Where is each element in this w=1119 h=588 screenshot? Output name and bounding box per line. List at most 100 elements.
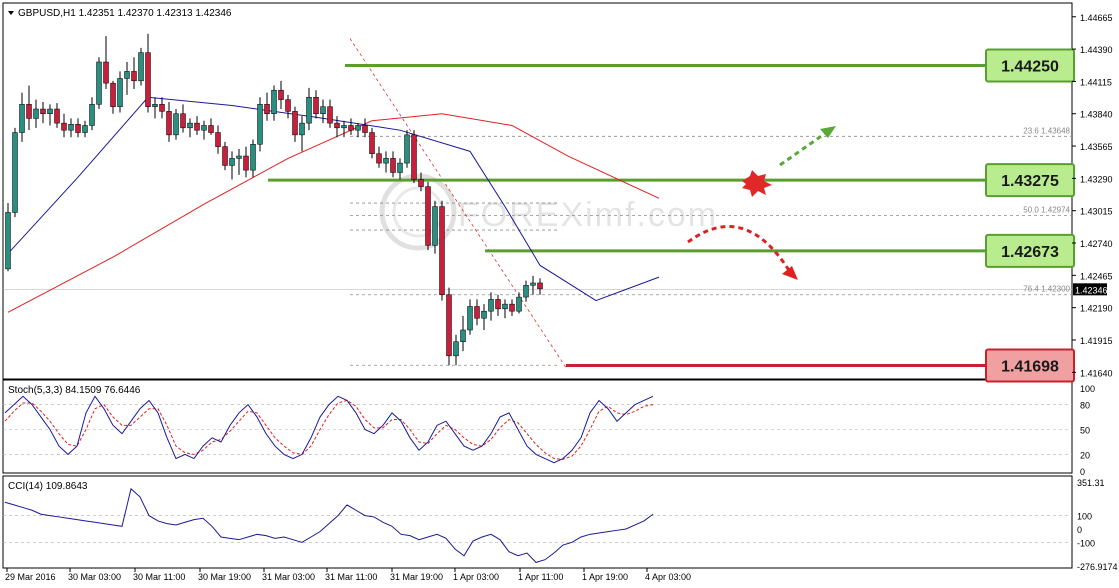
cci-tick-label: -100	[1077, 538, 1095, 548]
candle-body	[96, 61, 102, 105]
fib-level-label: 76.4 1.42300	[1023, 285, 1070, 294]
time-tick-label: 31 Mar 19:00	[390, 572, 443, 582]
candle-body	[467, 306, 473, 331]
candle-body	[516, 296, 522, 312]
candle-body	[348, 125, 354, 131]
price-tick-label: 1.41915	[1080, 336, 1113, 346]
candle-body	[5, 212, 11, 270]
time-tick-label: 30 Mar 03:00	[68, 572, 121, 582]
time-tick-label: 31 Mar 03:00	[262, 572, 315, 582]
candle-body	[236, 155, 242, 159]
candle-body	[411, 134, 417, 180]
cci-tick-label: 100	[1077, 512, 1092, 522]
candle-body	[355, 125, 361, 131]
cci-tick-label: -276.9174	[1077, 562, 1118, 572]
candle-body	[82, 125, 88, 133]
candle-body	[201, 125, 207, 131]
price-tick-label: 1.42190	[1080, 304, 1113, 314]
stoch-tick-label: 100	[1080, 384, 1095, 394]
price-tick-label: 1.43290	[1080, 174, 1113, 184]
price-tick-label: 1.42465	[1080, 271, 1113, 281]
price-tick-label: 1.42740	[1080, 239, 1113, 249]
price-tick-label: 1.44665	[1080, 13, 1113, 23]
candle-body	[271, 89, 277, 114]
time-tick-label: 30 Mar 11:00	[133, 572, 185, 582]
stoch-tick-label: 20	[1080, 450, 1090, 460]
time-tick-label: 1 Apr 03:00	[453, 572, 499, 582]
candle-body	[418, 179, 424, 187]
candle-body	[187, 122, 193, 129]
candle-body	[369, 132, 375, 154]
candle-body	[75, 124, 81, 133]
candle-body	[460, 329, 466, 342]
candle-body	[215, 132, 221, 147]
candle-body	[117, 78, 123, 107]
candle-body	[390, 158, 396, 173]
candle-body	[495, 299, 501, 310]
symbol-header: GBPUSD,H1 1.42351 1.42370 1.42313 1.4234…	[18, 8, 232, 19]
candle-body	[222, 146, 228, 166]
time-tick-label: 30 Mar 19:00	[198, 572, 251, 582]
candle-body	[208, 125, 214, 133]
candle-body	[68, 124, 74, 131]
level-price-label: 1.42673	[1001, 244, 1059, 261]
candle-body	[404, 134, 410, 164]
candle-body	[481, 310, 487, 319]
candle-body	[397, 162, 403, 173]
candle-body	[264, 104, 270, 114]
cci-tick-label: 0	[1077, 525, 1082, 535]
candle-body	[299, 122, 305, 136]
candle-body	[537, 282, 543, 290]
candle-body	[194, 122, 200, 131]
candle-body	[40, 108, 46, 114]
candle-body	[376, 153, 382, 164]
indicator-axes: 1008050200351.311000-100-276.9174	[1077, 384, 1118, 572]
candle-body	[362, 125, 368, 133]
candle-body	[243, 155, 249, 171]
gbpusd-h1-chart: FOREXimf.com 23.6 1.43648 50.0 1.42974 76.…	[2, 2, 1118, 582]
stoch-tick-label: 80	[1080, 401, 1090, 411]
candle-body	[474, 306, 480, 319]
candle-body	[509, 303, 515, 312]
candle-body	[320, 106, 326, 114]
price-tick-label: 1.44390	[1080, 45, 1113, 55]
candle-body	[285, 99, 291, 112]
candle-body	[439, 206, 445, 295]
candle-body	[292, 111, 298, 136]
candle-body	[327, 106, 333, 124]
price-tick-label: 1.43015	[1080, 207, 1113, 217]
candle-body	[145, 52, 151, 107]
candle-body	[110, 82, 116, 107]
candle-body	[502, 303, 508, 310]
time-tick-label: 1 Apr 11:00	[518, 572, 563, 582]
candle-body	[131, 71, 137, 82]
candle-body	[453, 341, 459, 357]
price-tick-label: 1.41640	[1080, 368, 1113, 378]
stoch-tick-label: 0	[1080, 467, 1085, 477]
price-tick-label: 1.44115	[1080, 77, 1112, 87]
candle-body	[523, 285, 529, 298]
candle-body	[488, 299, 494, 312]
candle-body	[334, 122, 340, 129]
cci-label: CCI(14) 109.8643	[8, 481, 88, 492]
candle-body	[19, 104, 25, 133]
candle-body	[54, 108, 60, 124]
candle-body	[159, 104, 165, 112]
candle-body	[33, 108, 39, 119]
candle-body	[103, 61, 109, 84]
price-tick-label: 1.43565	[1080, 142, 1113, 152]
candle-body	[89, 104, 95, 126]
price-axis: 1.44665 1.44390 1.44115 1.43840 1.43565 1.432…	[1072, 13, 1113, 378]
watermark-text: FOREXimf.com	[458, 196, 718, 234]
time-tick-label: 31 Mar 11:00	[325, 572, 377, 582]
cci-tick-label: 351.31	[1077, 478, 1105, 488]
fib-level-label: 23.6 1.43648	[1023, 126, 1070, 135]
level-price-label: 1.43275	[1001, 173, 1059, 190]
candle-body	[229, 158, 235, 166]
candle-body	[250, 144, 256, 171]
candle-body	[166, 111, 172, 136]
level-price-label: 1.41698	[1001, 358, 1059, 375]
stochastic-label: Stoch(5,3,3) 84.1509 76.6446	[8, 385, 141, 396]
candle-body	[180, 113, 186, 129]
candle-body	[306, 97, 312, 124]
